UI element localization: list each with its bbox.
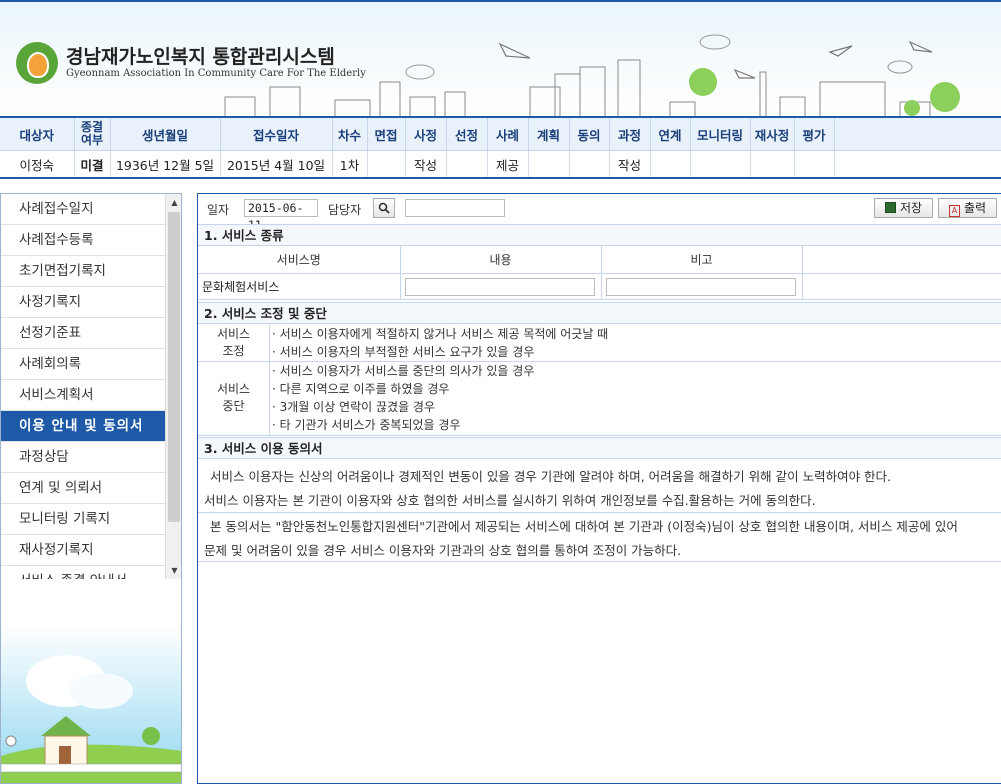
adjust-lines: · 서비스 이용자에게 적절하지 않거나 서비스 제공 목적에 어긋날 때 · …	[272, 327, 609, 359]
stop-lines: · 서비스 이용자가 서비스를 중단의 의사가 있을 경우 · 다른 지역으로 …	[272, 364, 535, 432]
save-label: 저장	[899, 201, 923, 215]
col-header-selection: 선정	[446, 118, 488, 151]
col-remarks: 비고	[601, 246, 803, 274]
main-content: 일자 2015-06-11 담당자 저장 A출력 1. 서비스 종류 서비스명 …	[197, 193, 1001, 784]
plan-value[interactable]	[528, 150, 570, 177]
save-icon	[884, 202, 896, 213]
reassessment-value[interactable]	[750, 150, 795, 177]
sidebar-item-reassessment[interactable]: 재사정기록지	[1, 535, 165, 566]
selection-value[interactable]	[446, 150, 488, 177]
manager-input[interactable]	[405, 199, 505, 217]
evaluation-value[interactable]	[794, 150, 835, 177]
sidebar-item-initial-interview[interactable]: 초기면접기록지	[1, 256, 165, 287]
birthdate-value: 1936년 12월 5일	[110, 150, 221, 177]
col-header-client: 대상자	[0, 118, 75, 151]
section-service-types-title: 1. 서비스 종류	[198, 224, 1001, 246]
col-content: 내용	[400, 246, 602, 274]
scroll-down-icon[interactable]: ▼	[166, 562, 181, 579]
case-value[interactable]: 제공	[487, 150, 529, 177]
print-button[interactable]: A 출력	[938, 198, 997, 218]
search-icon	[378, 202, 390, 214]
sidebar-item-service-termination[interactable]: 서비스 종결 안내서	[1, 566, 165, 579]
toolbar: 일자 2015-06-11 담당자 저장 A출력	[198, 194, 1001, 232]
sidebar-item-case-intake-log[interactable]: 사례접수일지	[1, 194, 165, 225]
section-consent-title: 3. 서비스 이용 동의서	[198, 437, 1001, 459]
link-value[interactable]	[650, 150, 691, 177]
scroll-thumb[interactable]	[168, 212, 180, 522]
sidebar-item-assessment[interactable]: 사정기록지	[1, 287, 165, 318]
adjust-row: 서비스 조정 · 서비스 이용자에게 적절하지 않거나 서비스 제공 목적에 어…	[198, 325, 1001, 362]
date-label: 일자	[207, 203, 230, 217]
consent-value[interactable]	[569, 150, 610, 177]
consent-paragraph-2-line-2: 문제 및 어려움이 있을 경우 서비스 이용자와 기관과의 상호 협의를 통하여…	[204, 543, 682, 558]
sidebar: 사례접수일지 사례접수등록 초기면접기록지 사정기록지 선정기준표 사례회의록 …	[0, 193, 182, 784]
received-date-value: 2015년 4월 10일	[220, 150, 333, 177]
sidebar-item-selection-criteria[interactable]: 선정기준표	[1, 318, 165, 349]
col-header-birthdate: 생년월일	[110, 118, 221, 151]
assessment-value[interactable]: 작성	[405, 150, 447, 177]
consent-paragraph-1-line-2: 서비스 이용자는 본 기관이 이용자와 상호 협의한 서비스를 실시하기 위하여…	[204, 493, 816, 508]
sidebar-menu: 사례접수일지 사례접수등록 초기면접기록지 사정기록지 선정기준표 사례회의록 …	[1, 194, 165, 579]
col-header-monitoring: 모니터링	[690, 118, 751, 151]
consent-paragraph-1-line-1: 서비스 이용자는 신상의 어려움이나 경제적인 변동이 있을 경우 기관에 알려…	[210, 469, 892, 484]
sidebar-item-usage-consent[interactable]: 이용 안내 및 동의서	[1, 411, 165, 442]
col-header-plan: 계획	[528, 118, 570, 151]
col-header-process: 과정	[609, 118, 651, 151]
interview-value[interactable]	[367, 150, 406, 177]
round-value: 1차	[332, 150, 368, 177]
sidebar-item-service-plan[interactable]: 서비스계획서	[1, 380, 165, 411]
client-name: 이정숙	[0, 150, 75, 177]
col-header-assessment: 사정	[405, 118, 447, 151]
col-header-closed: 종결 여부	[74, 118, 111, 151]
sidebar-item-process-counseling[interactable]: 과정상담	[1, 442, 165, 473]
save-button[interactable]: 저장	[874, 198, 933, 218]
consent-paragraph-2-line-1: 본 동의서는 "함안동천노인통합지원센터"기관에서 제공되는 서비스에 대하여 …	[210, 519, 958, 534]
col-header-case: 사례	[487, 118, 529, 151]
service-types-table: 서비스명 내용 비고 문화체험서비스	[198, 246, 1001, 300]
village-illustration	[1, 626, 181, 783]
date-input[interactable]: 2015-06-11	[244, 199, 318, 232]
sidebar-item-monitoring[interactable]: 모니터링 기록지	[1, 504, 165, 535]
col-header-consent: 동의	[569, 118, 610, 151]
sidebar-item-case-intake-registration[interactable]: 사례접수등록	[1, 225, 165, 256]
pdf-icon: A	[948, 205, 960, 217]
closed-status: 미결	[74, 150, 111, 177]
sidebar-item-referral[interactable]: 연계 및 의뢰서	[1, 473, 165, 504]
col-header-link: 연계	[650, 118, 691, 151]
col-header-received-date: 접수일자	[220, 118, 333, 151]
col-header-reassessment: 재사정	[750, 118, 795, 151]
content-input[interactable]	[404, 277, 595, 296]
service-name-cell: 문화체험서비스	[198, 273, 401, 300]
section-adjust-stop-title: 2. 서비스 조정 및 중단	[198, 302, 1001, 324]
stop-label: 서비스 중단	[198, 362, 270, 435]
adjust-label: 서비스 조정	[198, 325, 270, 361]
remarks-input[interactable]	[605, 277, 796, 296]
col-service-name: 서비스명	[198, 246, 401, 274]
print-label: 출력	[963, 201, 987, 215]
manager-search-button[interactable]	[373, 198, 395, 218]
logo-icon	[16, 42, 58, 84]
col-header-interview: 면접	[367, 118, 406, 151]
stop-row: 서비스 중단 · 서비스 이용자가 서비스를 중단의 의사가 있을 경우 · 다…	[198, 362, 1001, 436]
process-value[interactable]: 작성	[609, 150, 651, 177]
sidebar-scrollbar[interactable]: ▲ ▼	[165, 194, 181, 579]
scroll-up-icon[interactable]: ▲	[166, 194, 181, 211]
client-info-table: 대상자 종결 여부 생년월일 접수일자 차수 면접 사정 선정 사례 계획 동의 …	[0, 118, 1001, 179]
skyline-illustration	[224, 34, 960, 116]
monitoring-value[interactable]	[690, 150, 751, 177]
sidebar-item-case-meeting[interactable]: 사례회의록	[1, 349, 165, 380]
app-header: 경남재가노인복지 통합관리시스템 Gyeonnam Association In…	[0, 0, 1001, 118]
col-header-round: 차수	[332, 118, 368, 151]
col-header-evaluation: 평가	[794, 118, 835, 151]
manager-label: 담당자	[328, 203, 362, 217]
